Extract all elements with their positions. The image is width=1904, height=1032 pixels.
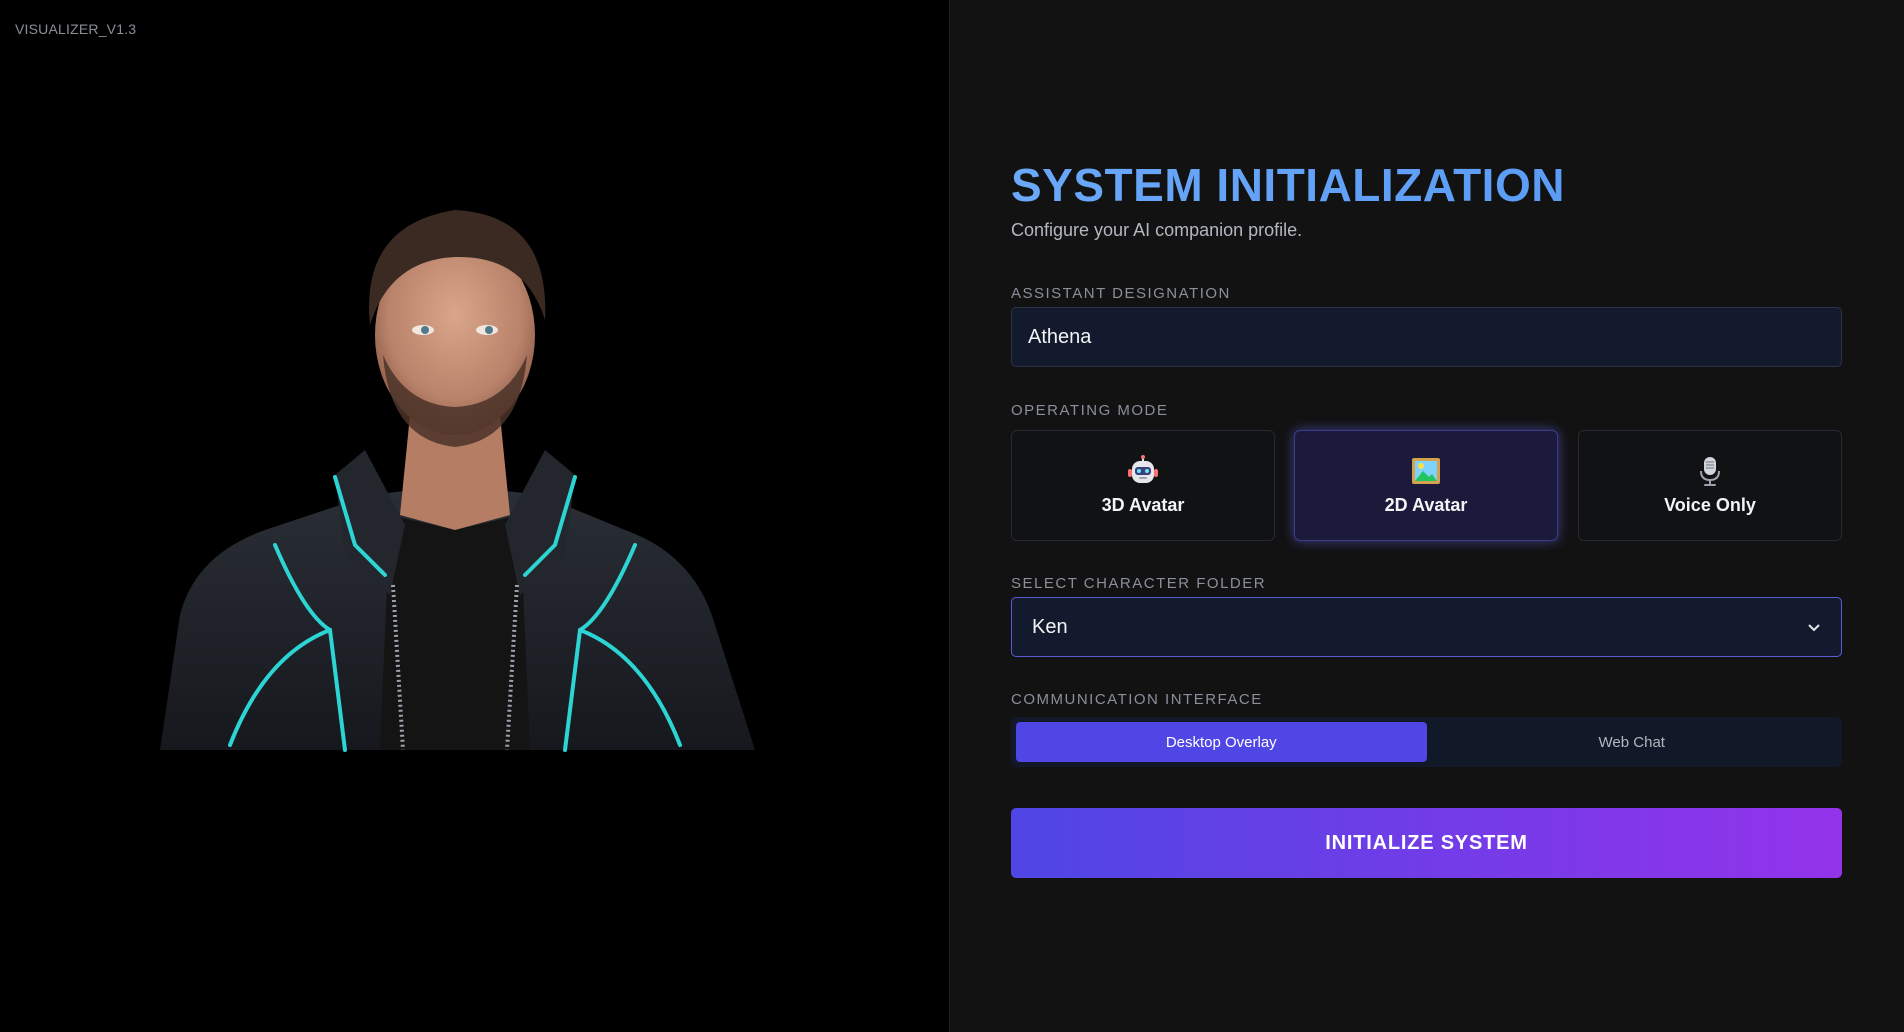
communication-interface-label: COMMUNICATION INTERFACE xyxy=(1011,691,1263,708)
chevron-down-icon xyxy=(1808,624,1820,632)
mode-option-label: 2D Avatar xyxy=(1384,495,1468,515)
interface-option-web-chat[interactable]: Web Chat xyxy=(1427,722,1838,762)
mode-option-3d-avatar[interactable]: 3D Avatar xyxy=(1011,430,1275,541)
character-folder-label: SELECT CHARACTER FOLDER xyxy=(1011,575,1267,592)
interface-toggle: Desktop Overlay Web Chat xyxy=(1011,717,1842,767)
mode-option-label: 3D Avatar xyxy=(1101,495,1185,515)
mode-option-label: Voice Only xyxy=(1664,495,1756,515)
framed-picture-icon xyxy=(1412,458,1440,484)
interface-option-desktop-overlay[interactable]: Desktop Overlay xyxy=(1016,722,1427,762)
mode-option-2d-avatar[interactable]: 2D Avatar xyxy=(1294,430,1558,541)
mode-option-voice-only[interactable]: Voice Only xyxy=(1578,430,1842,541)
page-subtitle: Configure your AI companion profile. xyxy=(1011,220,1303,240)
designation-label: ASSISTANT DESIGNATION xyxy=(1011,285,1231,302)
avatar-preview-pane: VISUALIZER_V1.3 xyxy=(0,0,949,1032)
character-avatar-image xyxy=(155,185,755,755)
character-folder-value: Ken xyxy=(1032,615,1068,638)
configuration-panel: SYSTEM INITIALIZATION Configure your AI … xyxy=(949,0,1904,1032)
page-title: SYSTEM INITIALIZATION xyxy=(1011,159,1565,211)
initialize-system-button[interactable]: INITIALIZE SYSTEM xyxy=(1011,808,1842,878)
character-folder-select[interactable]: Ken xyxy=(1011,597,1842,657)
version-label: VISUALIZER_V1.3 xyxy=(15,21,137,37)
assistant-name-input[interactable]: Athena xyxy=(1011,307,1842,367)
robot-icon xyxy=(1128,455,1158,483)
assistant-name-value: Athena xyxy=(1028,325,1092,348)
microphone-icon xyxy=(1700,457,1720,486)
operating-mode-label: OPERATING MODE xyxy=(1011,402,1169,419)
